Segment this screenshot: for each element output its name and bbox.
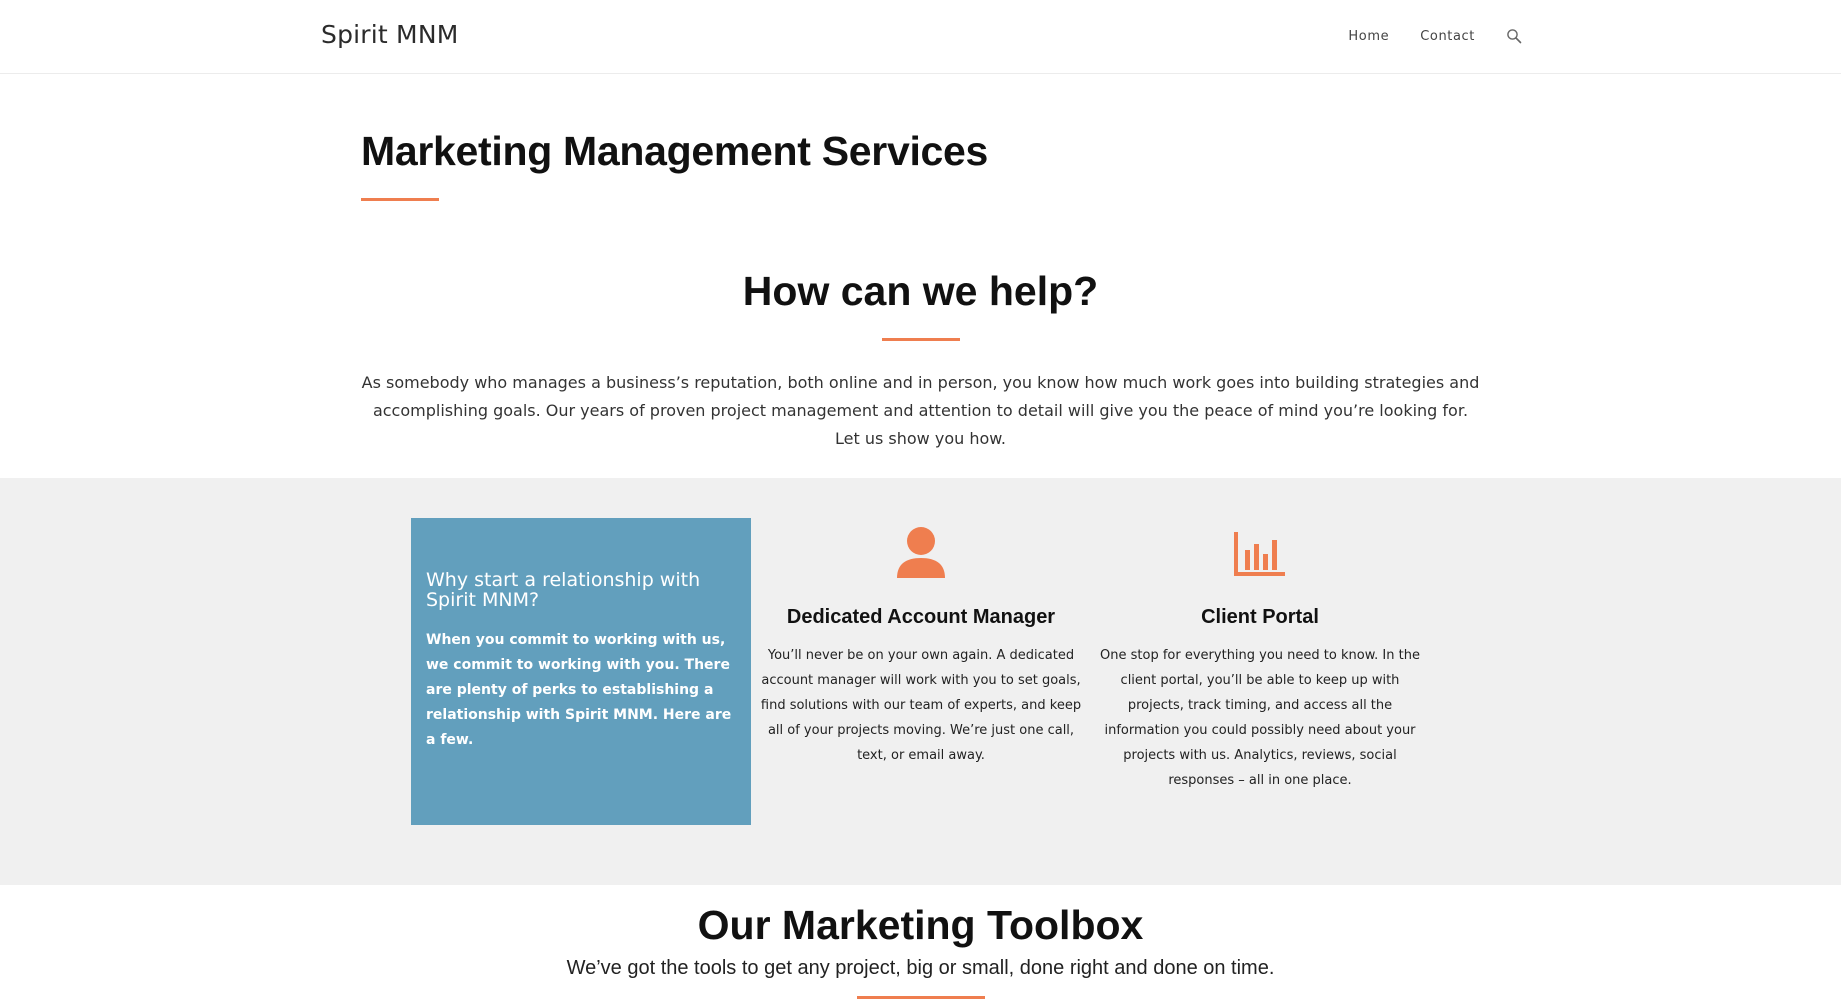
relationship-card: Why start a relationship with Spirit MNM… (411, 518, 751, 825)
feature-client-portal-title: Client Portal (1201, 606, 1319, 628)
relationship-card-heading: Why start a relationship with Spirit MNM… (426, 569, 701, 611)
help-body: As somebody who manages a business’s rep… (361, 373, 1480, 448)
toolbox-section: Our Marketing Toolbox We’ve got the tool… (0, 902, 1841, 999)
feature-account-manager-body: You’ll never be on your own again. A ded… (760, 648, 1082, 763)
site-header: Spirit MNM Home Contact (0, 0, 1841, 74)
feature-account-manager: Dedicated Account Manager You’ll never b… (756, 518, 1086, 768)
feature-client-portal: Client Portal One stop for everything yo… (1095, 518, 1425, 793)
search-icon[interactable] (1506, 28, 1522, 44)
relationship-card-body: When you commit to working with us, we c… (426, 632, 732, 748)
feature-account-manager-title: Dedicated Account Manager (786, 606, 1056, 628)
main-nav: Home Contact (1348, 28, 1522, 44)
nav-contact-link[interactable]: Contact (1420, 29, 1475, 44)
page-title-section: Marketing Management Services (361, 128, 988, 201)
feature-client-portal-body: One stop for everything you need to know… (1100, 648, 1420, 788)
page-title: Marketing Management Services (361, 128, 989, 174)
bar-chart-icon (1234, 532, 1285, 576)
toolbox-heading: Our Marketing Toolbox (697, 902, 1144, 948)
help-heading: How can we help? (742, 268, 1099, 314)
site-logo-link[interactable]: Spirit MNM (321, 20, 459, 49)
title-divider (361, 198, 439, 201)
toolbox-divider (856, 996, 985, 999)
features-band: Why start a relationship with Spirit MNM… (0, 478, 1841, 885)
help-divider (881, 338, 960, 341)
toolbox-subheading: We’ve got the tools to get any project, … (566, 957, 1275, 979)
nav-home-link[interactable]: Home (1348, 29, 1389, 44)
help-section: How can we help? As somebody who manages… (0, 268, 1841, 453)
user-icon (897, 527, 945, 578)
